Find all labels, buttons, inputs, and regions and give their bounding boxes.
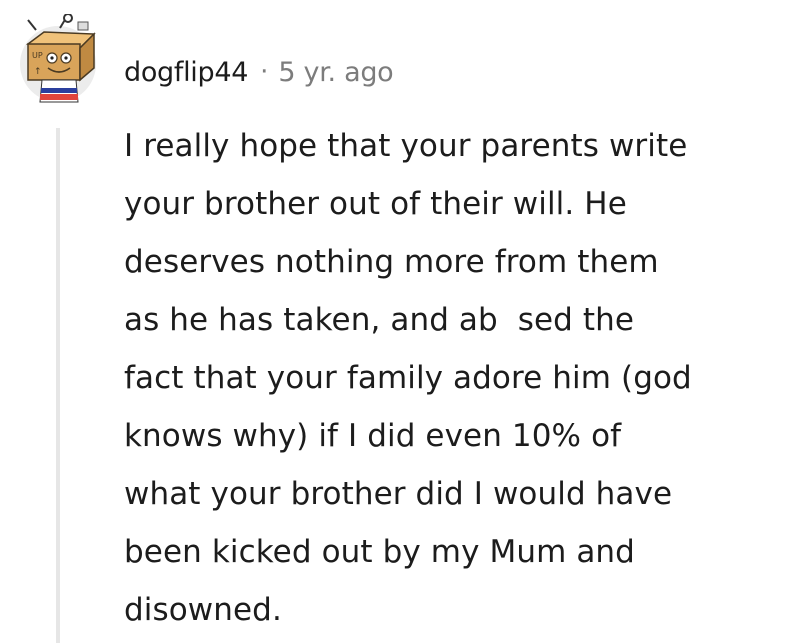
comment-body-line: as he has taken, and ab sed the (124, 302, 635, 338)
comment-body: I really hope that your parents write yo… (124, 117, 784, 639)
comment: UP ↑ dogflip44 · 5 yr. ago I really hope… (0, 0, 800, 643)
user-avatar[interactable]: UP ↑ (14, 13, 102, 106)
comment-body-line: deserves nothing more from them (124, 244, 659, 280)
svg-text:↑: ↑ (34, 67, 42, 77)
comment-body-line: I really hope that your parents write (124, 128, 688, 164)
svg-text:UP: UP (32, 51, 43, 60)
meta-separator: · (260, 57, 269, 87)
thread-line[interactable] (56, 128, 60, 643)
comment-body-line: been kicked out by my Mum and (124, 534, 635, 570)
comment-meta: dogflip44 · 5 yr. ago (124, 52, 394, 92)
snoo-box-robot-avatar-icon: UP ↑ (20, 13, 96, 103)
comment-body-line: knows why) if I did even 10% of (124, 418, 622, 454)
comment-body-line: disowned. (124, 592, 282, 628)
comment-body-line: fact that your family adore him (god (124, 360, 692, 396)
author-username[interactable]: dogflip44 (124, 57, 248, 88)
comment-body-line: your brother out of their will. He (124, 186, 627, 222)
comment-body-line: what your brother did I would have (124, 476, 673, 512)
comment-timestamp[interactable]: 5 yr. ago (278, 57, 393, 88)
